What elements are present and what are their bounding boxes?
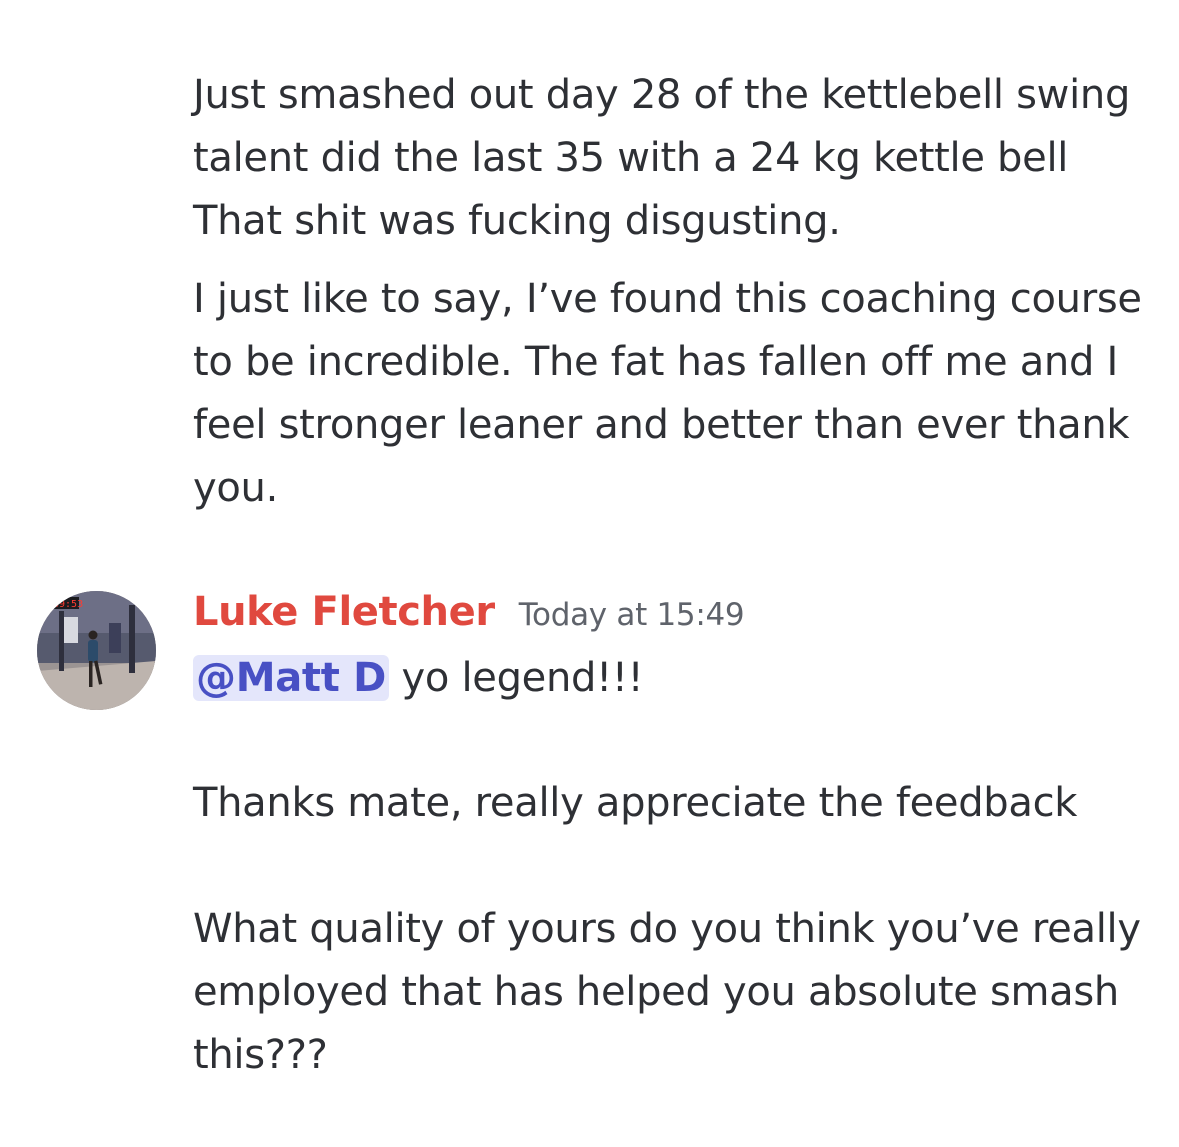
user-mention[interactable]: @Matt D bbox=[193, 655, 390, 701]
message-text-paragraph: Thanks mate, really appreciate the feedb… bbox=[193, 780, 1078, 826]
message-first-line: @Matt D yo legend!!! bbox=[193, 648, 644, 708]
message-text-paragraph: What quality of yours do you think you’v… bbox=[193, 906, 1141, 1078]
message-text: yo legend!!! bbox=[389, 655, 644, 701]
avatar-photo: 39:53 bbox=[37, 591, 156, 710]
message-timestamp[interactable]: Today at 15:49 bbox=[519, 597, 745, 633]
avatar-clock-text: 39:53 bbox=[53, 599, 83, 610]
message-text-paragraph: I just like to say, I’ve found this coac… bbox=[193, 276, 1142, 511]
message-text-paragraph: Just smashed out day 28 of the kettlebel… bbox=[193, 72, 1131, 244]
message-header: Luke Fletcher Today at 15:49 bbox=[193, 589, 745, 645]
author-name[interactable]: Luke Fletcher bbox=[193, 589, 495, 635]
avatar[interactable]: 39:53 bbox=[37, 591, 156, 710]
